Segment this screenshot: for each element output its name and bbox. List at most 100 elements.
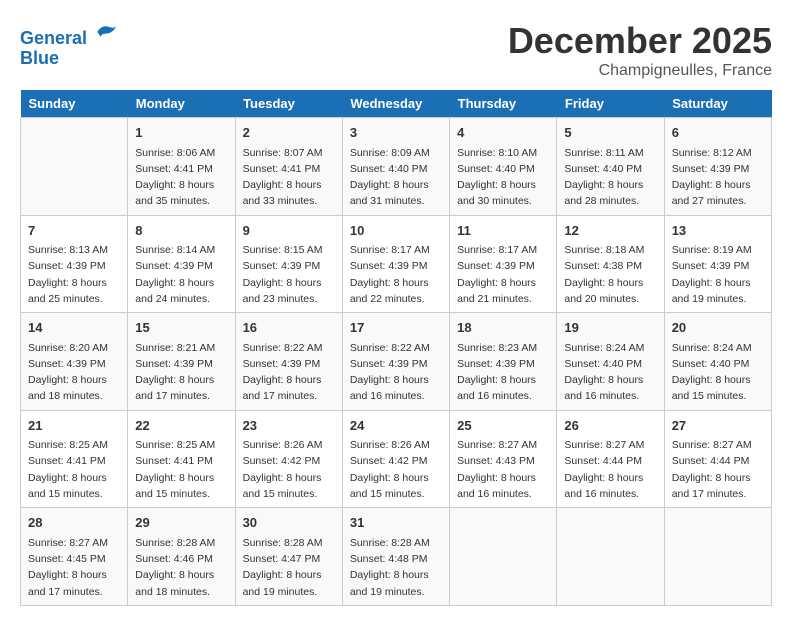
day-number: 13 [672,221,764,241]
day-info: Sunrise: 8:24 AMSunset: 4:40 PMDaylight:… [564,340,656,405]
day-number: 20 [672,318,764,338]
day-number: 3 [350,123,442,143]
calendar-day-cell: 3Sunrise: 8:09 AMSunset: 4:40 PMDaylight… [342,118,449,216]
calendar-day-cell: 2Sunrise: 8:07 AMSunset: 4:41 PMDaylight… [235,118,342,216]
calendar-week-row: 28Sunrise: 8:27 AMSunset: 4:45 PMDayligh… [21,508,772,606]
day-info: Sunrise: 8:12 AMSunset: 4:39 PMDaylight:… [672,145,764,210]
day-number: 9 [243,221,335,241]
day-info: Sunrise: 8:26 AMSunset: 4:42 PMDaylight:… [243,437,335,502]
calendar-day-cell: 15Sunrise: 8:21 AMSunset: 4:39 PMDayligh… [128,313,235,411]
calendar-day-cell [557,508,664,606]
day-of-week-header: Sunday [21,90,128,118]
logo-general: General [20,28,87,48]
day-info: Sunrise: 8:25 AMSunset: 4:41 PMDaylight:… [28,437,120,502]
calendar-week-row: 1Sunrise: 8:06 AMSunset: 4:41 PMDaylight… [21,118,772,216]
day-number: 18 [457,318,549,338]
day-info: Sunrise: 8:28 AMSunset: 4:46 PMDaylight:… [135,535,227,600]
calendar-day-cell: 9Sunrise: 8:15 AMSunset: 4:39 PMDaylight… [235,215,342,313]
calendar-day-cell: 10Sunrise: 8:17 AMSunset: 4:39 PMDayligh… [342,215,449,313]
day-number: 8 [135,221,227,241]
day-info: Sunrise: 8:19 AMSunset: 4:39 PMDaylight:… [672,242,764,307]
day-of-week-header: Saturday [664,90,771,118]
calendar-day-cell: 14Sunrise: 8:20 AMSunset: 4:39 PMDayligh… [21,313,128,411]
calendar-week-row: 21Sunrise: 8:25 AMSunset: 4:41 PMDayligh… [21,410,772,508]
calendar-day-cell: 4Sunrise: 8:10 AMSunset: 4:40 PMDaylight… [450,118,557,216]
day-info: Sunrise: 8:17 AMSunset: 4:39 PMDaylight:… [350,242,442,307]
day-info: Sunrise: 8:21 AMSunset: 4:39 PMDaylight:… [135,340,227,405]
day-info: Sunrise: 8:06 AMSunset: 4:41 PMDaylight:… [135,145,227,210]
day-number: 30 [243,513,335,533]
day-info: Sunrise: 8:09 AMSunset: 4:40 PMDaylight:… [350,145,442,210]
day-number: 2 [243,123,335,143]
calendar-day-cell: 12Sunrise: 8:18 AMSunset: 4:38 PMDayligh… [557,215,664,313]
calendar-day-cell: 5Sunrise: 8:11 AMSunset: 4:40 PMDaylight… [557,118,664,216]
calendar-day-cell: 21Sunrise: 8:25 AMSunset: 4:41 PMDayligh… [21,410,128,508]
calendar-day-cell: 27Sunrise: 8:27 AMSunset: 4:44 PMDayligh… [664,410,771,508]
calendar-week-row: 14Sunrise: 8:20 AMSunset: 4:39 PMDayligh… [21,313,772,411]
calendar-day-cell: 29Sunrise: 8:28 AMSunset: 4:46 PMDayligh… [128,508,235,606]
day-number: 19 [564,318,656,338]
calendar-day-cell: 30Sunrise: 8:28 AMSunset: 4:47 PMDayligh… [235,508,342,606]
calendar-day-cell [450,508,557,606]
calendar-day-cell: 22Sunrise: 8:25 AMSunset: 4:41 PMDayligh… [128,410,235,508]
day-number: 28 [28,513,120,533]
day-of-week-header: Friday [557,90,664,118]
day-info: Sunrise: 8:14 AMSunset: 4:39 PMDaylight:… [135,242,227,307]
calendar-day-cell: 1Sunrise: 8:06 AMSunset: 4:41 PMDaylight… [128,118,235,216]
calendar-day-cell: 28Sunrise: 8:27 AMSunset: 4:45 PMDayligh… [21,508,128,606]
day-info: Sunrise: 8:25 AMSunset: 4:41 PMDaylight:… [135,437,227,502]
location-title: Champigneulles, France [508,62,772,80]
calendar-day-cell: 25Sunrise: 8:27 AMSunset: 4:43 PMDayligh… [450,410,557,508]
day-number: 10 [350,221,442,241]
day-number: 29 [135,513,227,533]
day-number: 1 [135,123,227,143]
day-number: 21 [28,416,120,436]
day-info: Sunrise: 8:27 AMSunset: 4:45 PMDaylight:… [28,535,120,600]
day-of-week-header: Tuesday [235,90,342,118]
page-header: General Blue December 2025 Champigneulle… [20,20,772,80]
calendar-day-cell: 23Sunrise: 8:26 AMSunset: 4:42 PMDayligh… [235,410,342,508]
day-info: Sunrise: 8:27 AMSunset: 4:43 PMDaylight:… [457,437,549,502]
title-block: December 2025 Champigneulles, France [508,20,772,80]
month-title: December 2025 [508,20,772,62]
calendar-day-cell: 11Sunrise: 8:17 AMSunset: 4:39 PMDayligh… [450,215,557,313]
calendar-day-cell [664,508,771,606]
calendar-day-cell: 6Sunrise: 8:12 AMSunset: 4:39 PMDaylight… [664,118,771,216]
day-info: Sunrise: 8:20 AMSunset: 4:39 PMDaylight:… [28,340,120,405]
logo-bird-icon [94,20,118,44]
calendar-table: SundayMondayTuesdayWednesdayThursdayFrid… [20,90,772,606]
day-number: 5 [564,123,656,143]
calendar-day-cell: 26Sunrise: 8:27 AMSunset: 4:44 PMDayligh… [557,410,664,508]
logo-blue: Blue [20,48,59,68]
day-info: Sunrise: 8:28 AMSunset: 4:47 PMDaylight:… [243,535,335,600]
day-info: Sunrise: 8:27 AMSunset: 4:44 PMDaylight:… [564,437,656,502]
day-of-week-header: Wednesday [342,90,449,118]
day-number: 16 [243,318,335,338]
day-number: 7 [28,221,120,241]
day-info: Sunrise: 8:17 AMSunset: 4:39 PMDaylight:… [457,242,549,307]
calendar-week-row: 7Sunrise: 8:13 AMSunset: 4:39 PMDaylight… [21,215,772,313]
calendar-day-cell: 13Sunrise: 8:19 AMSunset: 4:39 PMDayligh… [664,215,771,313]
day-info: Sunrise: 8:18 AMSunset: 4:38 PMDaylight:… [564,242,656,307]
day-info: Sunrise: 8:10 AMSunset: 4:40 PMDaylight:… [457,145,549,210]
day-number: 17 [350,318,442,338]
calendar-day-cell: 8Sunrise: 8:14 AMSunset: 4:39 PMDaylight… [128,215,235,313]
day-number: 11 [457,221,549,241]
day-number: 31 [350,513,442,533]
calendar-header-row: SundayMondayTuesdayWednesdayThursdayFrid… [21,90,772,118]
calendar-day-cell: 24Sunrise: 8:26 AMSunset: 4:42 PMDayligh… [342,410,449,508]
day-number: 27 [672,416,764,436]
day-info: Sunrise: 8:23 AMSunset: 4:39 PMDaylight:… [457,340,549,405]
day-info: Sunrise: 8:28 AMSunset: 4:48 PMDaylight:… [350,535,442,600]
day-number: 26 [564,416,656,436]
calendar-day-cell: 19Sunrise: 8:24 AMSunset: 4:40 PMDayligh… [557,313,664,411]
calendar-day-cell: 31Sunrise: 8:28 AMSunset: 4:48 PMDayligh… [342,508,449,606]
day-info: Sunrise: 8:13 AMSunset: 4:39 PMDaylight:… [28,242,120,307]
day-info: Sunrise: 8:24 AMSunset: 4:40 PMDaylight:… [672,340,764,405]
day-info: Sunrise: 8:22 AMSunset: 4:39 PMDaylight:… [350,340,442,405]
day-number: 12 [564,221,656,241]
calendar-day-cell: 16Sunrise: 8:22 AMSunset: 4:39 PMDayligh… [235,313,342,411]
day-info: Sunrise: 8:07 AMSunset: 4:41 PMDaylight:… [243,145,335,210]
day-number: 4 [457,123,549,143]
day-number: 24 [350,416,442,436]
